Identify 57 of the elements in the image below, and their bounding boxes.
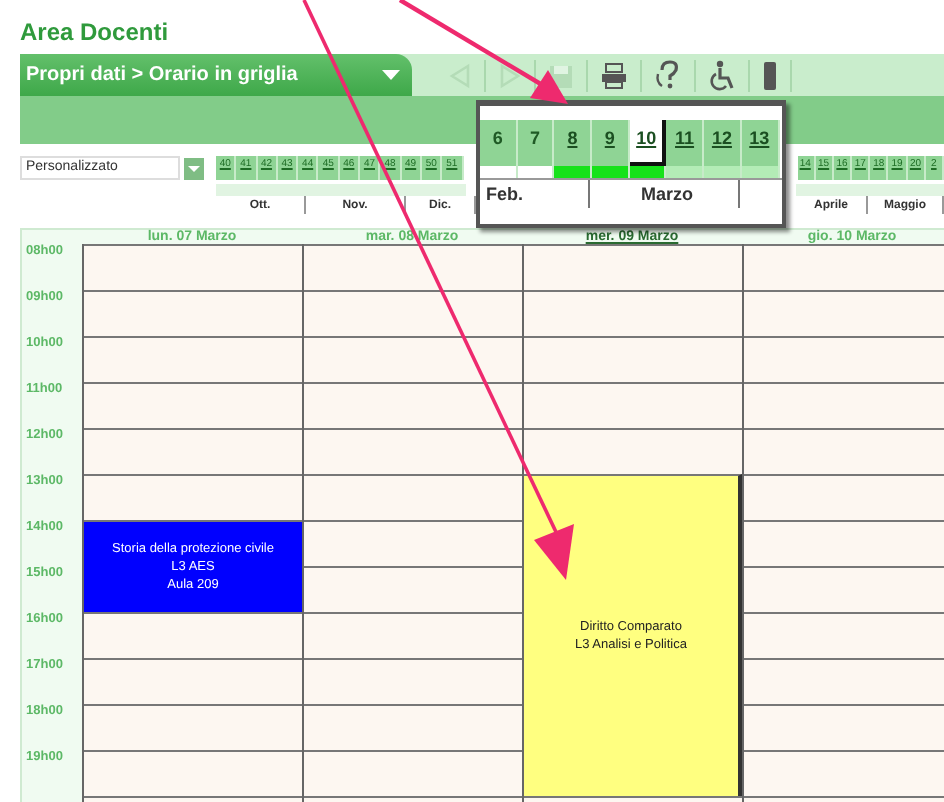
time-slot[interactable] [84,612,302,658]
time-slot[interactable] [304,382,522,428]
week-link[interactable]: 7 [517,120,555,166]
wheelchair-icon[interactable] [708,59,736,91]
page-title: Area Docenti [20,18,169,46]
time-slot[interactable] [744,750,944,796]
time-slot[interactable] [304,750,522,796]
time-slot[interactable] [304,336,522,382]
time-slot[interactable] [524,244,742,290]
time-slot[interactable] [84,428,302,474]
time-slot[interactable] [84,658,302,704]
time-slot[interactable] [744,612,944,658]
time-slot[interactable] [744,290,944,336]
time-slot[interactable] [304,290,522,336]
time-slot[interactable] [744,382,944,428]
time-slot[interactable] [84,244,302,290]
time-slot[interactable] [524,428,742,474]
time-slot[interactable] [304,612,522,658]
time-slot[interactable] [524,336,742,382]
breadcrumb-dropdown[interactable]: Propri dati > Orario in griglia [20,54,412,96]
time-slot[interactable] [304,428,522,474]
time-slot[interactable] [304,244,522,290]
week-link[interactable]: 11 [666,120,705,166]
time-slot[interactable] [744,704,944,750]
time-slot[interactable] [524,382,742,428]
week-link[interactable]: 6 [480,120,518,166]
time-slot[interactable] [744,474,944,520]
week-link[interactable]: 13 [741,120,779,166]
time-slot[interactable] [524,290,742,336]
dropdown-icon[interactable] [184,157,204,179]
time-slot[interactable] [304,566,522,612]
time-slot[interactable] [744,658,944,704]
time-slot[interactable] [304,658,522,704]
time-slot[interactable] [84,750,302,796]
time-slot[interactable] [744,336,944,382]
time-slot[interactable] [84,704,302,750]
time-slot[interactable] [84,474,302,520]
phone-icon[interactable] [762,59,778,91]
help-icon[interactable] [654,60,682,90]
month-label: Feb. [480,180,590,208]
time-slot[interactable] [84,290,302,336]
time-slot[interactable] [744,244,944,290]
week-link[interactable]: 9 [592,120,630,166]
time-slot[interactable] [304,520,522,566]
month-label: Marzo [590,180,740,208]
printer-icon[interactable] [600,61,628,89]
time-slot[interactable] [304,704,522,750]
time-slot[interactable] [84,336,302,382]
time-slot[interactable] [744,566,944,612]
caret-icon [382,70,400,80]
time-slot[interactable] [304,474,522,520]
week-link[interactable]: 10 [629,120,667,166]
week-link[interactable]: 12 [704,120,742,166]
time-slot[interactable] [744,520,944,566]
time-slot[interactable] [744,428,944,474]
week-link[interactable]: 8 [554,120,593,166]
time-slot[interactable] [84,382,302,428]
